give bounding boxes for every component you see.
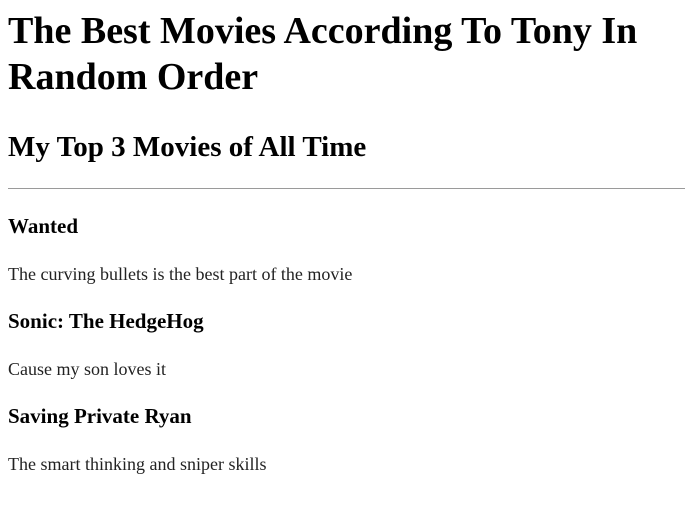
movie-title: Saving Private Ryan	[8, 404, 192, 428]
movie-reason: The smart thinking and sniper skills	[8, 454, 267, 474]
movie-entry: Sonic: The HedgeHog Cause my son loves i…	[8, 309, 685, 380]
movie-entry: Wanted The curving bullets is the best p…	[8, 214, 685, 285]
movie-title: Sonic: The HedgeHog	[8, 309, 204, 333]
movie-reason: The curving bullets is the best part of …	[8, 264, 353, 284]
movie-entry: Saving Private Ryan The smart thinking a…	[8, 404, 685, 475]
divider	[8, 188, 685, 189]
movie-title: Wanted	[8, 214, 79, 238]
page-content: The Best Movies According To Tony In Ran…	[0, 8, 685, 475]
movie-reason: Cause my son loves it	[8, 359, 166, 379]
page-subtitle: My Top 3 Movies of All Time	[8, 131, 367, 163]
page-title: The Best Movies According To Tony In Ran…	[8, 10, 638, 98]
